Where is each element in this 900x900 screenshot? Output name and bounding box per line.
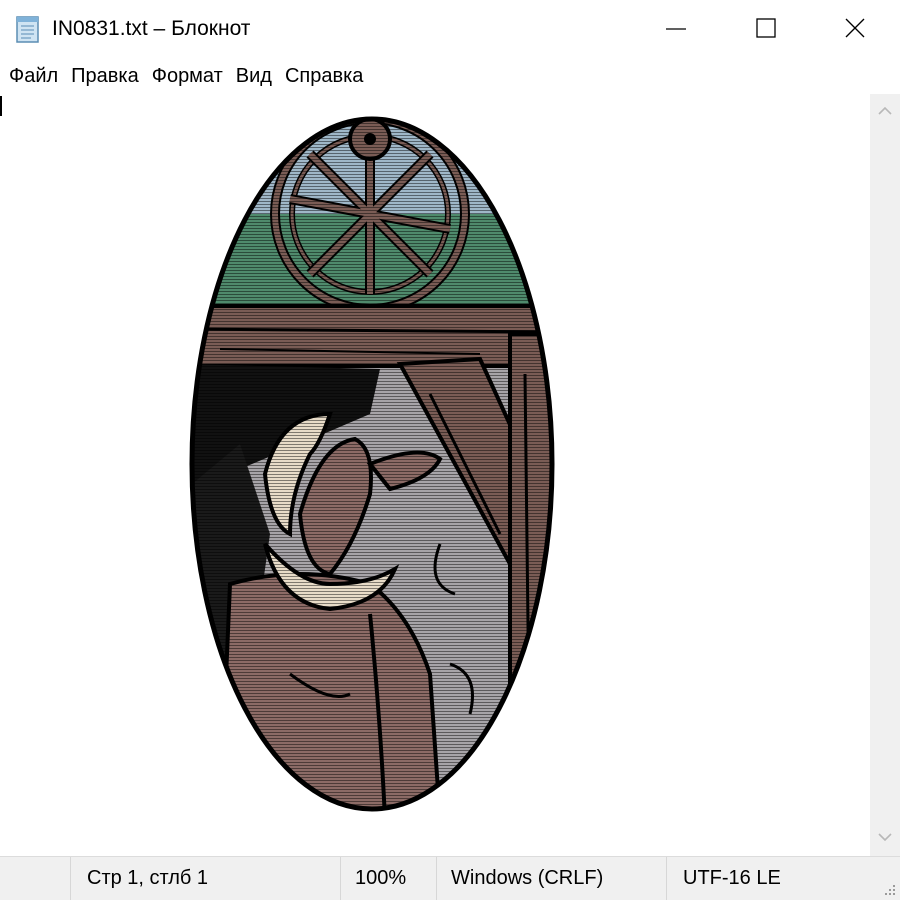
chevron-down-icon [878,833,892,842]
chevron-up-icon [878,106,892,115]
notepad-icon [16,16,39,43]
vertical-scrollbar[interactable] [870,94,900,856]
close-icon [845,18,865,38]
ascii-art-image [189,116,555,812]
minimize-icon [666,28,686,30]
scroll-down-button[interactable] [870,820,900,856]
menu-bar: Файл Правка Формат Вид Справка [0,58,900,94]
maximize-icon [756,18,776,38]
close-button[interactable] [810,0,900,58]
text-caret [0,96,2,116]
menu-format[interactable]: Формат [146,58,230,94]
zoom-level: 100% [340,857,436,900]
minimize-button[interactable] [631,0,721,58]
resize-grip-icon[interactable] [883,883,897,897]
text-editor[interactable] [0,94,870,856]
menu-help[interactable]: Справка [279,58,370,94]
menu-file[interactable]: Файл [3,58,65,94]
title-bar: IN0831.txt – Блокнот [0,0,900,58]
window-title: IN0831.txt – Блокнот [52,17,251,40]
line-endings: Windows (CRLF) [436,857,666,900]
cursor-position: Стр 1, стлб 1 [70,857,340,900]
scroll-up-button[interactable] [870,94,900,130]
menu-view[interactable]: Вид [230,58,279,94]
maximize-button[interactable] [721,0,811,58]
encoding: UTF-16 LE [666,857,876,900]
status-bar: Стр 1, стлб 1 100% Windows (CRLF) UTF-16… [0,856,900,900]
menu-edit[interactable]: Правка [65,58,146,94]
